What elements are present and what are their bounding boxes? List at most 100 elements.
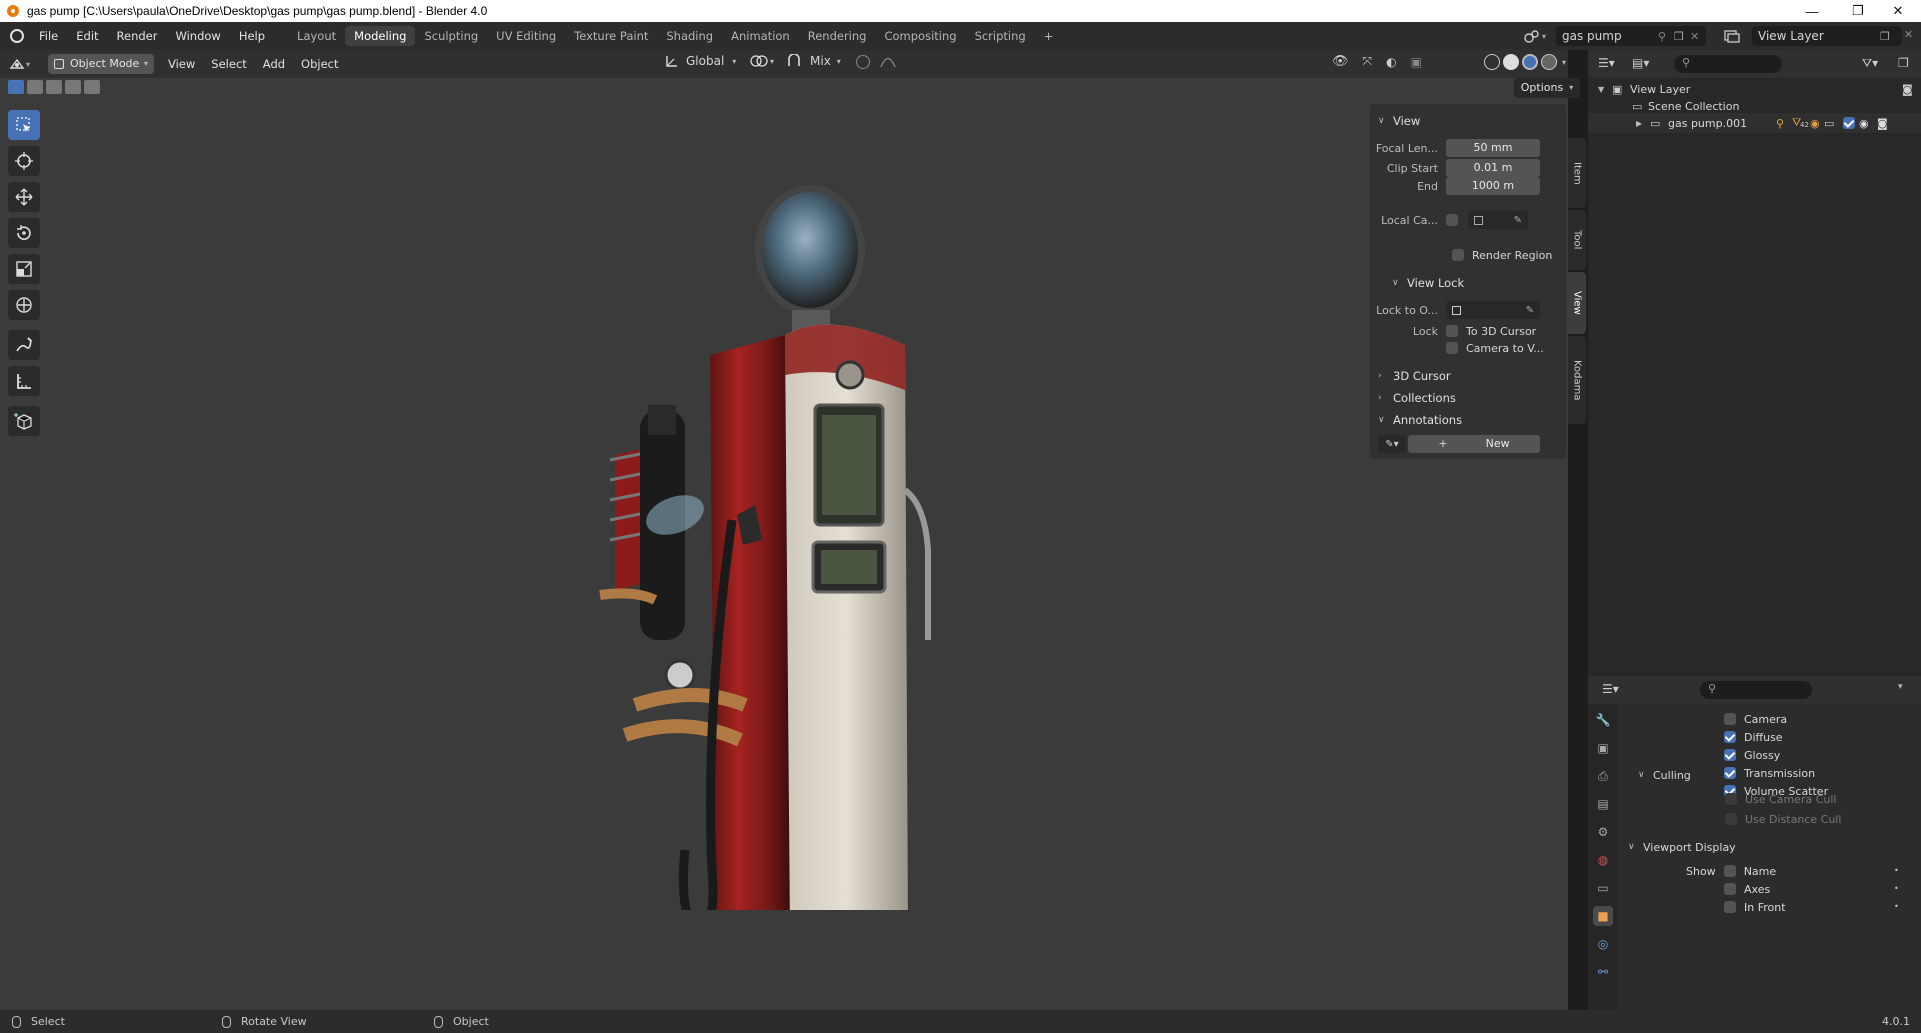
workspace-tab-modeling[interactable]: Modeling bbox=[345, 26, 416, 46]
wireframe-shading-icon[interactable] bbox=[1484, 54, 1500, 70]
pivot-point-dropdown[interactable]: ▾ bbox=[750, 54, 774, 68]
eye-icon[interactable]: ◉ bbox=[1859, 117, 1869, 130]
workspace-tab-rendering[interactable]: Rendering bbox=[799, 26, 876, 46]
scene-properties-tab[interactable]: ⚙ bbox=[1593, 822, 1613, 842]
constraint-properties-tab[interactable]: ⚯ bbox=[1593, 962, 1613, 982]
menu-help[interactable]: Help bbox=[230, 26, 274, 46]
output-properties-tab[interactable]: ⎙ bbox=[1593, 766, 1613, 786]
workspace-tab-scripting[interactable]: Scripting bbox=[966, 26, 1035, 46]
view-lock-header[interactable]: ∨ View Lock bbox=[1392, 276, 1464, 290]
options-dropdown[interactable]: Options ▾ bbox=[1514, 78, 1580, 98]
to-3d-cursor-checkbox[interactable] bbox=[1446, 325, 1458, 337]
camera-render-icon[interactable]: ◙ bbox=[1902, 83, 1913, 96]
xray-icon[interactable]: ▣ bbox=[1411, 55, 1422, 69]
camera-to-view-checkbox[interactable] bbox=[1446, 342, 1458, 354]
transform-tool[interactable] bbox=[8, 290, 40, 320]
world-properties-tab[interactable]: ◍ bbox=[1593, 850, 1613, 870]
workspace-tab-animation[interactable]: Animation bbox=[722, 26, 799, 46]
menu-window[interactable]: Window bbox=[166, 26, 229, 46]
3d-cursor-section[interactable]: › 3D Cursor bbox=[1378, 369, 1451, 383]
select-invert-icon[interactable] bbox=[65, 80, 81, 94]
tab-item[interactable]: Item bbox=[1568, 138, 1586, 208]
workspace-tab-texture-paint[interactable]: Texture Paint bbox=[565, 26, 657, 46]
outliner-search-input[interactable]: ⚲ bbox=[1674, 55, 1782, 73]
ray-visibility-checkbox[interactable] bbox=[1724, 731, 1736, 743]
overlay-icon[interactable]: ◐ bbox=[1386, 55, 1396, 69]
scene-selector-icon[interactable]: ▾ bbox=[1524, 26, 1554, 46]
select-subtract-icon[interactable] bbox=[46, 80, 62, 94]
tab-tool[interactable]: Tool bbox=[1568, 210, 1586, 270]
object-properties-tab[interactable]: ■ bbox=[1593, 906, 1613, 926]
viewport-menu-add[interactable]: Add bbox=[255, 54, 293, 74]
measure-tool[interactable] bbox=[8, 366, 40, 396]
workspace-tab-sculpting[interactable]: Sculpting bbox=[415, 26, 487, 46]
collection-properties-tab[interactable]: ▭ bbox=[1593, 878, 1613, 898]
select-intersect-icon[interactable] bbox=[84, 80, 100, 94]
solid-shading-icon[interactable] bbox=[1503, 54, 1519, 70]
blender-menu-icon[interactable] bbox=[10, 29, 24, 43]
remove-scene-icon[interactable]: ✕ bbox=[1690, 30, 1699, 43]
tab-kodama[interactable]: Kodama bbox=[1568, 336, 1586, 424]
material-preview-shading-icon[interactable] bbox=[1522, 54, 1538, 70]
view-layer-properties-tab[interactable]: ▤ bbox=[1593, 794, 1613, 814]
expand-arrow-icon[interactable]: ▶ bbox=[1636, 119, 1650, 128]
render-region-checkbox[interactable] bbox=[1452, 249, 1464, 261]
workspace-tab-uv-editing[interactable]: UV Editing bbox=[487, 26, 565, 46]
3d-viewport[interactable]: ▾ Object Mode ▾ View Select Add Object Glob… bbox=[0, 50, 1586, 1010]
remove-view-layer-icon[interactable]: ✕ bbox=[1904, 28, 1913, 41]
view-layer-field[interactable]: View Layer ❐ bbox=[1752, 26, 1902, 46]
properties-search-input[interactable]: ⚲ bbox=[1700, 681, 1812, 699]
visibility-icon[interactable]: 👁 bbox=[1332, 54, 1349, 69]
rotate-tool[interactable] bbox=[8, 218, 40, 248]
move-tool[interactable] bbox=[8, 182, 40, 212]
annotation-datablock-dropdown[interactable]: ✎▾ bbox=[1378, 435, 1406, 453]
scene-name-field[interactable]: gas pump ⚲ ❐ ✕ bbox=[1556, 26, 1706, 46]
falloff-curve-icon[interactable] bbox=[880, 56, 896, 68]
outliner-editor-type-icon[interactable]: ☰▾ bbox=[1598, 56, 1615, 70]
viewport-menu-object[interactable]: Object bbox=[293, 54, 346, 74]
show-in-front-checkbox[interactable] bbox=[1724, 901, 1736, 913]
viewport-display-header[interactable]: ∨ Viewport Display bbox=[1628, 838, 1736, 856]
select-new-icon[interactable] bbox=[8, 80, 24, 94]
mode-dropdown[interactable]: Object Mode ▾ bbox=[48, 54, 154, 74]
eyedropper-icon[interactable]: ✎ bbox=[1526, 305, 1534, 316]
view-section-header[interactable]: ∨ View bbox=[1378, 114, 1420, 128]
transform-orientation-dropdown[interactable]: Global ▾ bbox=[664, 54, 736, 68]
properties-editor-type-icon[interactable]: ☰▾ bbox=[1602, 682, 1619, 696]
add-workspace-button[interactable]: + bbox=[1035, 26, 1063, 46]
new-annotation-button[interactable]: + New bbox=[1408, 435, 1540, 453]
clip-end-field[interactable]: 1000 m bbox=[1446, 177, 1540, 195]
rendered-shading-icon[interactable] bbox=[1541, 54, 1557, 70]
keyframe-dot-icon[interactable]: • bbox=[1894, 884, 1899, 893]
chevron-down-icon[interactable]: ▾ bbox=[1898, 682, 1903, 692]
viewport-menu-view[interactable]: View bbox=[160, 54, 203, 74]
duplicate-scene-icon[interactable]: ❐ bbox=[1674, 30, 1684, 43]
ray-visibility-checkbox[interactable] bbox=[1724, 713, 1736, 725]
cursor-tool[interactable] bbox=[8, 146, 40, 176]
viewport-menu-select[interactable]: Select bbox=[203, 54, 254, 74]
use-distance-cull-checkbox[interactable] bbox=[1725, 813, 1737, 825]
proportional-edit-group[interactable] bbox=[856, 55, 896, 69]
keyframe-dot-icon[interactable]: • bbox=[1894, 902, 1899, 911]
menu-file[interactable]: File bbox=[30, 26, 67, 46]
proportional-edit-icon[interactable] bbox=[856, 55, 870, 69]
outliner-row-gas-pump[interactable]: ▶ ▭ gas pump.001 ⚲ ⛛ 42 ◉ ▭ ◉ ◙ bbox=[1588, 113, 1921, 133]
pin-icon[interactable]: ⚲ bbox=[1658, 30, 1666, 43]
select-box-tool[interactable] bbox=[8, 110, 40, 140]
eyedropper-icon[interactable]: ✎ bbox=[1514, 215, 1522, 226]
camera-render-icon[interactable]: ◙ bbox=[1877, 117, 1888, 130]
select-extend-icon[interactable] bbox=[27, 80, 43, 94]
gizmo-icon[interactable]: ⤧ bbox=[1363, 54, 1373, 69]
duplicate-view-layer-icon[interactable]: ❐ bbox=[1880, 30, 1890, 43]
snap-dropdown[interactable]: Mix ▾ bbox=[786, 54, 841, 68]
modifier-properties-tab[interactable]: ◎ bbox=[1593, 934, 1613, 954]
view-layer-icon[interactable] bbox=[1724, 26, 1746, 46]
close-button[interactable]: ✕ bbox=[1875, 0, 1921, 22]
add-cube-tool[interactable] bbox=[8, 406, 40, 436]
exclude-checkbox[interactable] bbox=[1843, 117, 1855, 129]
filter-icon[interactable]: ⛛▾ bbox=[1862, 56, 1878, 71]
ray-visibility-checkbox[interactable] bbox=[1724, 749, 1736, 761]
show-name-checkbox[interactable] bbox=[1723, 865, 1736, 877]
editor-type-icon[interactable]: ▾ bbox=[8, 54, 38, 74]
menu-edit[interactable]: Edit bbox=[67, 26, 107, 46]
